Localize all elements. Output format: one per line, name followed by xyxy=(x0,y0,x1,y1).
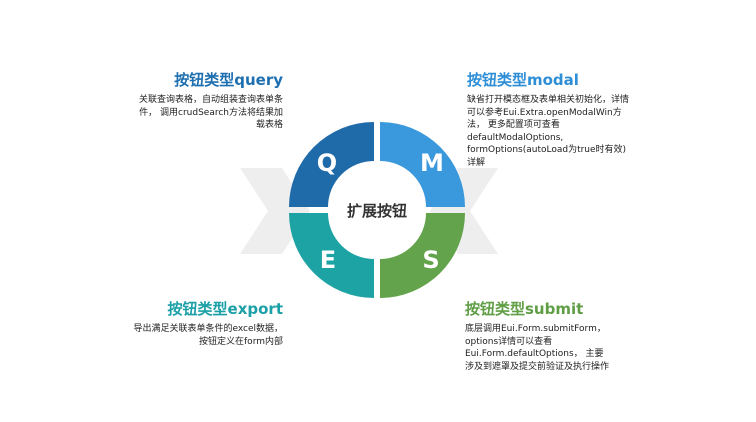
desc-line: 导出满足关联表单条件的excel数据， xyxy=(133,324,283,334)
desc-line: 法， 更多配置项可查看 xyxy=(467,120,560,130)
block-submit: 按钮类型submit 底层调用Eui.Form.submitForm， opti… xyxy=(465,299,609,373)
block-modal: 按钮类型modal 缺省打开模态框及表单相关初始化，详情 可以参考Eui.Ext… xyxy=(467,70,629,169)
block-query: 按钮类型query 关联查询表格，自动组装查询表单条 件， 调用crudSear… xyxy=(139,70,283,132)
desc-line: 载表格 xyxy=(255,120,283,130)
quadrant-letter-q: Q xyxy=(317,149,337,177)
desc-line: 详解 xyxy=(467,157,486,168)
desc-line: Eui.Form.defaultOptions， 主要 xyxy=(465,349,604,359)
desc-line: 底层调用Eui.Form.submitForm， xyxy=(465,324,606,334)
quadrant-letter-m: M xyxy=(420,149,444,177)
block-modal-desc: 缺省打开模态框及表单相关初始化，详情 可以参考Eui.Extra.openMod… xyxy=(467,94,629,169)
desc-line: 件， 调用crudSearch方法将结果加 xyxy=(139,107,283,118)
block-export-desc: 导出满足关联表单条件的excel数据， 按钮定义在form内部 xyxy=(133,323,283,348)
quadrant-letter-e: E xyxy=(320,246,336,274)
desc-line: 按钮定义在form内部 xyxy=(199,336,283,347)
block-export: 按钮类型export 导出满足关联表单条件的excel数据， 按钮定义在form… xyxy=(133,299,283,348)
desc-line: formOptions(autoLoad为true时有效) xyxy=(467,145,627,155)
desc-line: options详情可以查看 xyxy=(465,336,553,347)
block-export-title: 按钮类型export xyxy=(167,300,283,318)
quadrant-letter-s: S xyxy=(422,246,439,274)
desc-line: 可以参考Eui.Extra.openModalWin方 xyxy=(467,107,622,118)
block-query-title: 按钮类型query xyxy=(174,71,283,89)
center-label: 扩展按钮 xyxy=(347,202,407,220)
block-submit-title: 按钮类型submit xyxy=(465,300,584,318)
block-query-desc: 关联查询表格，自动组装查询表单条 件， 调用crudSearch方法将结果加 载… xyxy=(139,94,283,132)
block-submit-desc: 底层调用Eui.Form.submitForm， options详情可以查看 E… xyxy=(465,323,609,373)
block-modal-title: 按钮类型modal xyxy=(467,71,579,89)
diagram-graphic: Q M E S 扩展按钮 xyxy=(240,122,498,298)
desc-line: 涉及到遮罩及提交前验证及执行操作 xyxy=(465,361,610,372)
desc-line: 缺省打开模态框及表单相关初始化，详情 xyxy=(467,95,630,105)
desc-line: 关联查询表格，自动组装查询表单条 xyxy=(138,95,283,105)
desc-line: defaultModalOptions, xyxy=(467,132,564,143)
